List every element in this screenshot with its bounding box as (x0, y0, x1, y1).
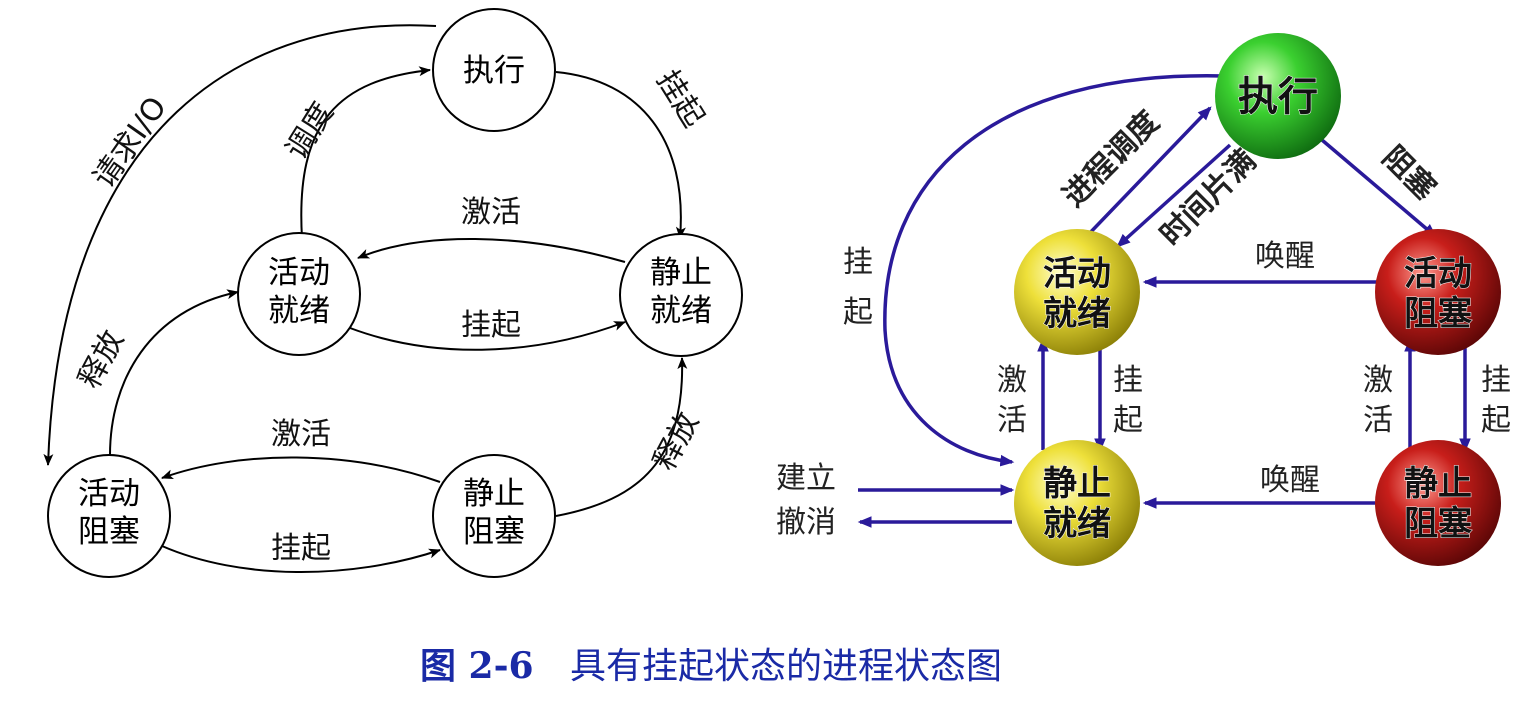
label-r-activate-right-2: 活 (1363, 403, 1393, 438)
label-r-create: 建立 (776, 461, 836, 496)
label-r-static-ready-2: 就绪 (1043, 504, 1111, 544)
label-r-cancel: 撤消 (776, 505, 836, 540)
label-static-blocked-1: 静止 (463, 476, 525, 512)
label-r-activate-right-1: 激 (1363, 363, 1393, 398)
label-r-wakeup-bottom: 唤醒 (1260, 463, 1320, 498)
label-r-suspend-left-2: 起 (843, 295, 873, 330)
label-r-suspend-mid-2: 起 (1113, 403, 1143, 438)
label-r-active-ready-1: 活动 (1043, 254, 1111, 294)
label-release-right: 释放 (647, 407, 706, 476)
label-suspend-exec: 挂起 (649, 64, 710, 133)
label-static-ready-1: 静止 (650, 255, 712, 291)
label-dispatch: 调度 (279, 96, 340, 165)
edge-request-io (43, 24, 437, 466)
label-activate-bottom: 激活 (271, 417, 331, 452)
right-diagram-edges (857, 74, 1471, 528)
left-edge-labels: 请求I/O 调度 挂起 激活 挂起 释放 激活 挂起 释放 (72, 64, 711, 566)
label-r-block: 阻塞 (1375, 140, 1442, 207)
label-active-ready-2: 就绪 (268, 293, 330, 329)
label-active-blocked-1: 活动 (78, 476, 140, 512)
label-active-blocked-2: 阻塞 (78, 514, 140, 550)
edge-dispatch (300, 66, 431, 239)
label-r-activate-left-1: 激 (997, 363, 1027, 398)
label-r-static-blocked-1: 静止 (1404, 464, 1472, 504)
label-suspend-bottom: 挂起 (271, 531, 331, 566)
label-r-suspend-mid-1: 挂 (1113, 363, 1143, 398)
label-r-suspend-right-2: 起 (1481, 403, 1511, 438)
caption-text: 具有挂起状态的进程状态图 (570, 646, 1002, 687)
label-r-active-ready-2: 就绪 (1043, 294, 1111, 334)
process-state-diagram: 执行 活动 就绪 静止 就绪 活动 阻塞 静止 阻塞 请求I/O 调度 挂起 激… (43, 8, 1511, 687)
edge-release-left (109, 289, 239, 456)
left-diagram (43, 8, 743, 578)
label-static-blocked-2: 阻塞 (463, 514, 525, 550)
label-exec: 执行 (463, 53, 525, 89)
edge-activate-bottom (161, 456, 441, 483)
label-r-exec: 执行 (1238, 74, 1318, 120)
caption-number: 图 2-6 (420, 645, 534, 687)
label-activate-top: 激活 (461, 195, 521, 230)
label-r-static-blocked-2: 阻塞 (1404, 504, 1472, 544)
label-active-ready-1: 活动 (268, 255, 330, 291)
label-r-dispatch: 进程调度 (1056, 104, 1166, 214)
label-r-activate-left-2: 活 (997, 403, 1027, 438)
label-r-suspend-left-1: 挂 (843, 245, 873, 280)
label-r-static-ready-1: 静止 (1043, 464, 1111, 504)
edge-activate-top (357, 237, 626, 263)
left-node-labels: 执行 活动 就绪 静止 就绪 活动 阻塞 静止 阻塞 (78, 53, 712, 550)
label-suspend-mid: 挂起 (461, 308, 521, 343)
label-r-suspend-right-1: 挂 (1481, 363, 1511, 398)
label-r-wakeup-top: 唤醒 (1255, 239, 1315, 274)
label-static-ready-2: 就绪 (650, 293, 712, 329)
label-r-active-blocked-1: 活动 (1404, 254, 1472, 294)
label-request-io: 请求I/O (86, 90, 174, 194)
figure-caption: 图 2-6 具有挂起状态的进程状态图 (420, 645, 1002, 687)
label-r-active-blocked-2: 阻塞 (1404, 294, 1472, 334)
